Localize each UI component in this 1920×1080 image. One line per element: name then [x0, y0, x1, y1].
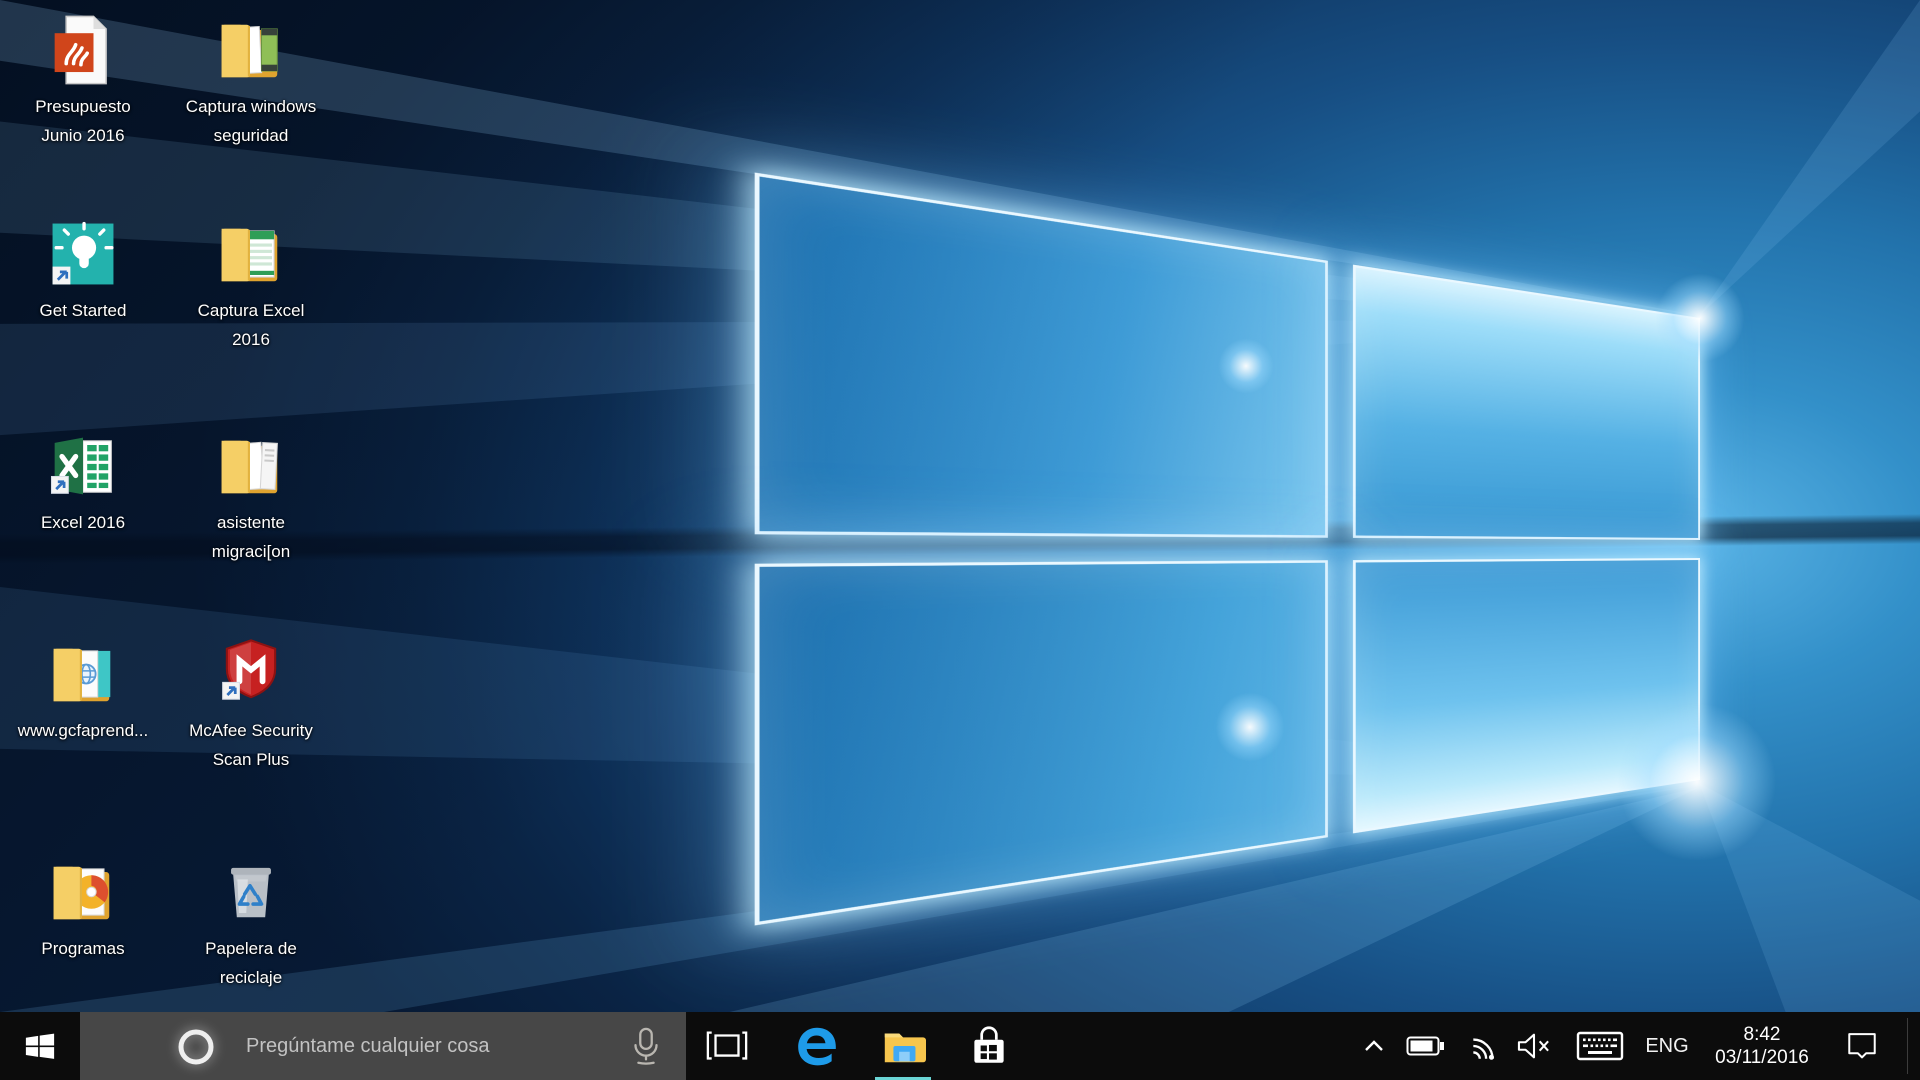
battery-status-button[interactable]: [1402, 1012, 1450, 1080]
cortana-icon: [176, 1027, 216, 1067]
desktop-icon-label: asistente migraci[on: [212, 508, 290, 566]
desktop-icon-get-started[interactable]: Get Started: [0, 212, 169, 325]
spreadsheet-folder-icon: [209, 212, 293, 296]
wifi-status-button[interactable]: [1462, 1012, 1506, 1080]
file-explorer-icon: [880, 1023, 926, 1069]
pictures-folder-icon: [209, 8, 293, 92]
battery-icon: [1406, 1031, 1446, 1061]
show-hidden-icons-button[interactable]: [1354, 1012, 1394, 1080]
desktop-wallpaper[interactable]: Presupuesto Junio 2016 Get Started: [0, 0, 1920, 1012]
keyboard-icon: [1576, 1027, 1624, 1065]
task-view-button[interactable]: [695, 1012, 759, 1080]
chevron-up-icon: [1361, 1035, 1387, 1057]
desktop-icon-captura-excel[interactable]: Captura Excel 2016: [165, 212, 337, 354]
desktop-icon-asistente-migracion[interactable]: asistente migraci[on: [165, 424, 337, 566]
wallpaper-glow: [1215, 692, 1285, 762]
language-code: ENG: [1645, 1035, 1688, 1058]
lightbulb-icon: [41, 212, 125, 296]
file-explorer-button[interactable]: [871, 1012, 935, 1080]
wallpaper-glow: [1218, 338, 1274, 394]
desktop-icon-recycle-bin[interactable]: Papelera de reciclaje: [165, 850, 337, 992]
store-icon: [966, 1023, 1012, 1069]
clock-time: 8:42: [1744, 1023, 1781, 1046]
desktop-icon-presupuesto[interactable]: Presupuesto Junio 2016: [0, 8, 169, 150]
wallpaper-glow: [1655, 273, 1745, 363]
desktop-icon-label: Excel 2016: [41, 508, 125, 537]
desktop-icon-label: Programas: [41, 934, 124, 963]
desktop-icon-label: Get Started: [40, 296, 127, 325]
documents-folder-icon: [209, 424, 293, 508]
windows-start-icon: [24, 1030, 56, 1062]
recycle-bin-icon: [209, 850, 293, 934]
document-icon: [41, 8, 125, 92]
desktop-icon-label: Captura Excel 2016: [198, 296, 305, 354]
desktop-icon-label: Presupuesto Junio 2016: [35, 92, 130, 150]
excel-icon: [41, 424, 125, 508]
edge-icon: [794, 1023, 840, 1069]
desktop-icon-programas[interactable]: Programas: [0, 850, 169, 963]
notification-bubble-icon: [1842, 1026, 1882, 1066]
windows-store-button[interactable]: [957, 1012, 1021, 1080]
clock[interactable]: 8:42 03/11/2016: [1698, 1012, 1826, 1080]
action-center-button[interactable]: [1838, 1012, 1886, 1080]
programs-folder-icon: [41, 850, 125, 934]
speaker-muted-icon: [1514, 1030, 1554, 1062]
desktop-icon-captura-windows[interactable]: Captura windows seguridad: [165, 8, 337, 150]
wifi-icon: [1468, 1030, 1500, 1062]
show-desktop-edge[interactable]: [1907, 1018, 1908, 1074]
desktop-icon-label: www.gcfaprend...: [18, 716, 148, 745]
mcafee-shield-icon: [209, 632, 293, 716]
clock-date: 03/11/2016: [1715, 1046, 1809, 1069]
volume-muted-button[interactable]: [1510, 1012, 1558, 1080]
web-folder-icon: [41, 632, 125, 716]
start-button[interactable]: [0, 1012, 80, 1080]
desktop-icon-label: Captura windows seguridad: [186, 92, 316, 150]
edge-browser-button[interactable]: [785, 1012, 849, 1080]
task-view-icon: [705, 1024, 749, 1068]
desktop-icon-mcafee[interactable]: McAfee Security Scan Plus: [165, 632, 337, 774]
search-input[interactable]: [246, 1012, 686, 1080]
wallpaper-glow: [1617, 702, 1777, 862]
desktop-icon-gcfaprende[interactable]: www.gcfaprend...: [0, 632, 169, 745]
desktop-icon-label: McAfee Security Scan Plus: [189, 716, 313, 774]
cortana-search-box[interactable]: [80, 1012, 686, 1080]
desktop-icon-excel-2016[interactable]: Excel 2016: [0, 424, 169, 537]
desktop-icon-label: Papelera de reciclaje: [205, 934, 297, 992]
taskbar: ENG 8:42 03/11/2016: [0, 1012, 1920, 1080]
language-indicator[interactable]: ENG: [1638, 1012, 1696, 1080]
microphone-icon[interactable]: [626, 1026, 666, 1068]
touch-keyboard-button[interactable]: [1574, 1012, 1626, 1080]
